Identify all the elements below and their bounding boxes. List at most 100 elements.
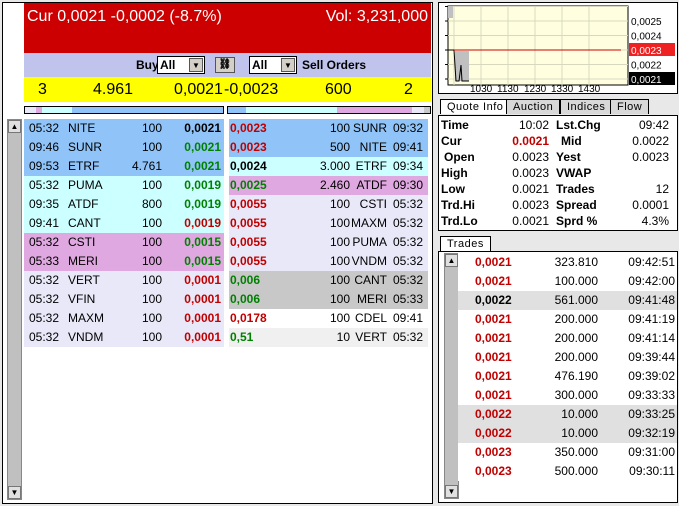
buy-order-row[interactable]: 05:32 MAXM 100 0,0001	[24, 309, 224, 328]
trade-time: 09:42:51	[628, 255, 675, 269]
trades-tabs: Trades	[440, 236, 678, 251]
y-tick-label: 0,0023	[631, 46, 662, 57]
sell-count: 2	[404, 81, 413, 98]
x-tick-label: 1130	[497, 84, 519, 93]
sell-order-row[interactable]: 0,006 100 MERI 05:33	[229, 290, 428, 309]
broker-code: ATDF	[356, 178, 387, 192]
order-scrollbar[interactable]: ▲ ▼	[7, 119, 22, 500]
order-time: 05:32	[29, 273, 60, 287]
quote-value: 0.0021	[512, 182, 549, 196]
order-price: 0,0024	[230, 159, 267, 173]
order-volume: 4.761	[131, 159, 162, 173]
sell-order-row[interactable]: 0,51 10 VERT 05:32	[229, 328, 428, 347]
order-price: 0,0001	[184, 311, 221, 325]
tab-flow[interactable]: Flow	[610, 99, 650, 114]
trade-price: 0,0021	[475, 350, 512, 364]
order-volume: 500	[329, 140, 350, 154]
tab-indices[interactable]: Indices	[560, 99, 613, 114]
current-price: Cur 0,0021 -0,0002 (-8.7%)	[27, 8, 222, 25]
sell-order-row[interactable]: 0,006 100 CANT 05:32	[229, 271, 428, 290]
buy-filter-select[interactable]: All ▼	[157, 56, 205, 74]
trade-price: 0,0021	[475, 255, 512, 269]
tab-trades[interactable]: Trades	[440, 236, 491, 251]
sell-filter-select[interactable]: All ▼	[249, 56, 297, 74]
sell-order-row[interactable]: 0,0025 2.460 ATDF 09:30	[229, 176, 428, 195]
order-time: 05:32	[392, 330, 423, 344]
trade-price: 0,0023	[475, 445, 512, 459]
order-time: 09:41	[29, 216, 60, 230]
buy-order-row[interactable]: 09:46 SUNR 100 0,0021	[24, 138, 224, 157]
scroll-up-icon[interactable]: ▲	[445, 254, 458, 267]
order-time: 05:32	[29, 178, 60, 192]
order-price: 0,0023	[230, 121, 267, 135]
scroll-down-icon[interactable]: ▼	[8, 486, 21, 499]
order-time: 05:32	[392, 254, 423, 268]
broker-code: VNDM	[68, 330, 104, 344]
trade-price: 0,0022	[475, 426, 512, 440]
order-price: 0,0019	[184, 197, 221, 211]
scroll-down-icon[interactable]: ▼	[445, 485, 458, 498]
buy-order-row[interactable]: 09:35 ATDF 800 0,0019	[24, 195, 224, 214]
broker-code: VFIN	[68, 292, 96, 306]
order-time: 09:35	[29, 197, 60, 211]
order-price: 0,0021	[184, 140, 221, 154]
buy-order-row[interactable]: 05:32 VNDM 100 0,0001	[24, 328, 224, 347]
sell-order-row[interactable]: 0,0055 100 CSTI 05:32	[229, 195, 428, 214]
buy-filter-value: All	[160, 58, 176, 72]
sell-order-row[interactable]: 0,0024 3.000 ETRF 09:34	[229, 157, 428, 176]
sell-order-row[interactable]: 0,0023 500 NITE 09:41	[229, 138, 428, 157]
link-button[interactable]: ⛓	[215, 57, 235, 73]
buy-order-row[interactable]: 09:41 CANT 100 0,0019	[24, 214, 224, 233]
sell-order-row[interactable]: 0,0055 100 PUMA 05:32	[229, 233, 428, 252]
buy-order-row[interactable]: 05:32 PUMA 100 0,0019	[24, 176, 224, 195]
trade-row: 0,0021 200.000 09:41:19	[458, 310, 677, 329]
sell-order-row[interactable]: 0,0023 100 SUNR 09:32	[229, 119, 428, 138]
buy-order-row[interactable]: 05:32 NITE 100 0,0021	[24, 119, 224, 138]
y-tick-label: 0,0025	[631, 17, 662, 28]
trade-row: 0,0022 10.000 09:32:19	[458, 424, 677, 443]
quote-label: Sprd %	[556, 214, 598, 228]
order-filter-bar: Buy Orders All▼ ⛓ All▼ Sell Orders	[24, 53, 431, 77]
tab-quote-info[interactable]: Quote Info	[440, 99, 511, 114]
quote-row: High 0.0023 VWAP	[439, 165, 677, 181]
trade-price: 0,0021	[475, 388, 512, 402]
buy-order-row[interactable]: 05:32 VERT 100 0,0001	[24, 271, 224, 290]
chart-svg: 0,0025 0,0024 0,0023 0,0022 0,0021 1030 1130 12…	[445, 5, 675, 95]
best-bid: 0,0021	[174, 81, 223, 98]
order-volume: 100	[329, 273, 350, 287]
sell-order-row[interactable]: 0,0178 100 CDEL 09:41	[229, 309, 428, 328]
broker-code: CSTI	[68, 235, 96, 249]
quote-value: 0.0022	[632, 134, 669, 148]
order-summary: 3 4.961 0,0021 -0,0023 600 2	[24, 77, 431, 102]
order-time: 05:32	[392, 216, 423, 230]
order-price: 0,0055	[230, 197, 267, 211]
trades-scrollbar[interactable]: ▲ ▼	[444, 253, 459, 499]
buy-order-row[interactable]: 05:32 CSTI 100 0,0015	[24, 233, 224, 252]
trade-time: 09:39:44	[628, 350, 675, 364]
x-tick-label: 1030	[470, 84, 493, 93]
buy-order-row[interactable]: 09:53 ETRF 4.761 0,0021	[24, 157, 224, 176]
order-time: 05:32	[29, 292, 60, 306]
sell-order-row[interactable]: 0,0055 100 MAXM 05:32	[229, 214, 428, 233]
scroll-up-icon[interactable]: ▲	[8, 120, 21, 133]
tab-auction[interactable]: Auction	[506, 99, 561, 114]
broker-code: ATDF	[68, 197, 99, 211]
trade-volume: 500.000	[554, 464, 598, 478]
trade-row: 0,0023 350.000 09:31:00	[458, 443, 677, 462]
trade-volume: 10.000	[561, 407, 598, 421]
trade-row: 0,0023 500.000 09:30:11	[458, 462, 677, 481]
quote-row: Trd.Hi 0.0023 Spread 0.0001	[439, 197, 677, 213]
quote-label: Yest	[556, 150, 581, 164]
buy-order-row[interactable]: 05:33 MERI 100 0,0015	[24, 252, 224, 271]
trade-volume: 200.000	[554, 312, 598, 326]
order-time: 05:32	[392, 197, 423, 211]
sell-order-row[interactable]: 0,0055 100 VNDM 05:32	[229, 252, 428, 271]
buy-order-row[interactable]: 05:32 VFIN 100 0,0001	[24, 290, 224, 309]
trade-volume: 561.000	[554, 293, 598, 307]
order-volume: 10	[336, 330, 350, 344]
trades-panel: ▲ ▼ 0,0021 323.810 09:42:51 0,0021 100.000 09…	[438, 251, 678, 503]
order-volume: 100	[329, 216, 350, 230]
order-volume: 100	[329, 311, 350, 325]
trade-volume: 100.000	[554, 274, 598, 288]
broker-code: ETRF	[355, 159, 387, 173]
